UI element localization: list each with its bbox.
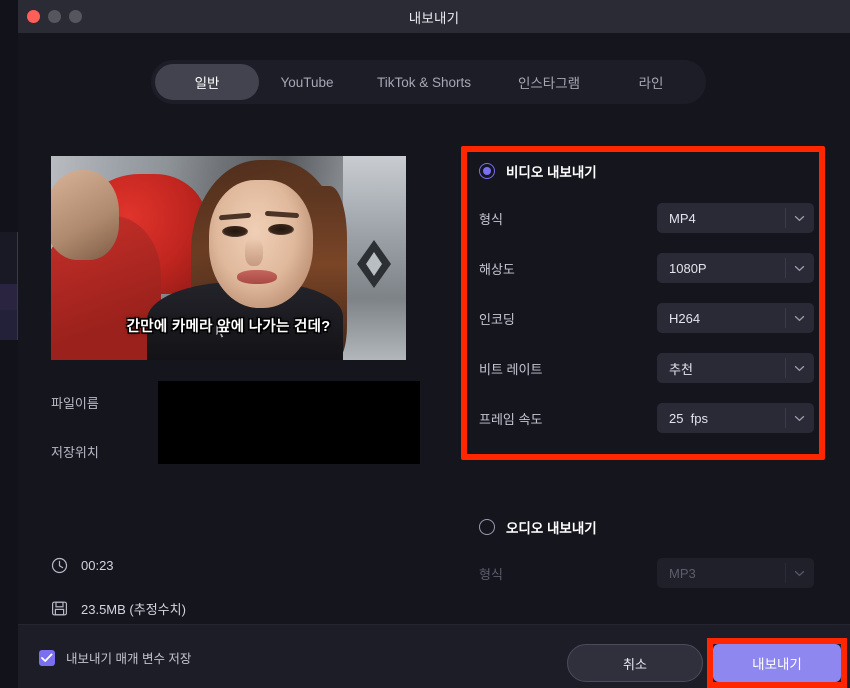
chevron-down-icon (794, 365, 805, 372)
export-button[interactable]: 내보내기 (713, 644, 841, 682)
video-format-value: MP4 (669, 210, 696, 226)
platform-tabbar: 일반 YouTube TikTok & Shorts 인스타그램 라인 (151, 60, 706, 104)
preview-frame-image: 간만에 카메라 앞에 나가는 건데? (51, 156, 406, 360)
dialog-content: 일반 YouTube TikTok & Shorts 인스타그램 라인 간만에 … (18, 33, 850, 688)
video-encoding-row: 인코딩 H264 (479, 303, 814, 333)
video-encoding-dropdown[interactable]: H264 (657, 303, 814, 333)
video-encoding-value: H264 (669, 310, 701, 326)
scene-nose (245, 238, 263, 266)
checkmark-icon (41, 653, 53, 662)
close-button-icon[interactable] (27, 10, 40, 23)
video-export-radio-row[interactable]: 비디오 내보내기 (479, 161, 597, 181)
background-app-strip (0, 232, 18, 284)
dropdown-divider (785, 408, 786, 428)
dropdown-divider (785, 258, 786, 278)
dialog-footer: 내보내기 매개 변수 저장 취소 내보내기 (18, 624, 850, 688)
background-app-strip (0, 310, 18, 340)
tab-general[interactable]: 일반 (155, 64, 259, 100)
dropdown-divider (785, 208, 786, 228)
audio-export-radio[interactable] (479, 519, 495, 535)
scene-foreground-head (51, 170, 119, 260)
audio-export-radio-row[interactable]: 오디오 내보내기 (479, 517, 597, 537)
scene-eye-right (268, 224, 294, 235)
video-format-dropdown[interactable]: MP4 (657, 203, 814, 233)
minimize-button-icon[interactable] (48, 10, 61, 23)
video-bitrate-value: 추천 (669, 361, 693, 377)
video-bitrate-row: 비트 레이트 추천 (479, 353, 814, 383)
duration-info-row: 00:23 (51, 557, 114, 574)
audio-format-dropdown: MP3 (657, 558, 814, 588)
window-titlebar: 내보내기 (18, 0, 850, 33)
audio-export-label: 오디오 내보내기 (506, 521, 597, 536)
video-format-row: 형식 MP4 (479, 203, 814, 233)
video-framerate-dropdown[interactable]: 25 fps (657, 403, 814, 433)
filename-label: 파일이름 (51, 396, 99, 411)
export-dialog-window: 내보내기 일반 YouTube TikTok & Shorts 인스타그램 라인 (18, 0, 850, 688)
audio-format-row: 형식 MP3 (479, 558, 814, 588)
tab-tiktok-shorts[interactable]: TikTok & Shorts (355, 64, 493, 100)
dropdown-divider (785, 563, 786, 583)
video-resolution-value: 1080P (669, 260, 707, 276)
video-framerate-value: 25 fps (669, 410, 709, 426)
video-encoding-label: 인코딩 (479, 311, 515, 327)
tab-instagram[interactable]: 인스타그램 (493, 64, 605, 100)
duration-value: 00:23 (81, 558, 114, 573)
maximize-button-icon[interactable] (69, 10, 82, 23)
window-title: 내보내기 (408, 10, 460, 26)
chevron-down-icon (794, 215, 805, 222)
save-params-checkbox-row[interactable]: 내보내기 매개 변수 저장 (39, 648, 191, 667)
video-preview[interactable]: 간만에 카메라 앞에 나가는 건데? (51, 156, 406, 360)
save-params-checkbox[interactable] (39, 649, 55, 666)
video-resolution-dropdown[interactable]: 1080P (657, 253, 814, 283)
chevron-down-icon (794, 570, 805, 577)
chevron-down-icon (794, 315, 805, 322)
video-bitrate-label: 비트 레이트 (479, 361, 543, 377)
video-framerate-row: 프레임 속도 25 fps (479, 403, 814, 433)
scene-eye-left (222, 226, 248, 237)
dropdown-divider (785, 308, 786, 328)
cancel-button[interactable]: 취소 (567, 644, 703, 682)
filesize-value: 23.5MB (추정수치) (81, 602, 186, 617)
video-bitrate-dropdown[interactable]: 추천 (657, 353, 814, 383)
save-disk-icon (52, 601, 68, 616)
filesize-info-row: 23.5MB (추정수치) (51, 599, 186, 618)
video-format-label: 형식 (479, 211, 503, 227)
save-params-label: 내보내기 매개 변수 저장 (66, 652, 192, 666)
window-controls (27, 10, 82, 23)
video-resolution-row: 해상도 1080P (479, 253, 814, 283)
background-app-strip (0, 284, 18, 310)
tab-youtube[interactable]: YouTube (259, 64, 355, 100)
savepath-label: 저장위치 (51, 445, 99, 460)
audio-format-label: 형식 (479, 566, 503, 582)
video-export-radio[interactable] (479, 163, 495, 179)
tab-line[interactable]: 라인 (605, 64, 697, 100)
export-dialog-screen: 내보내기 일반 YouTube TikTok & Shorts 인스타그램 라인 (0, 0, 850, 688)
redacted-file-fields-area[interactable] (158, 381, 420, 464)
audio-format-value: MP3 (669, 565, 696, 581)
scene-lips (237, 270, 277, 284)
video-export-label: 비디오 내보내기 (506, 165, 597, 180)
dropdown-divider (785, 358, 786, 378)
chevron-down-icon (794, 415, 805, 422)
preview-subtitle-text: 간만에 카메라 앞에 나가는 건데? (126, 319, 331, 335)
video-resolution-label: 해상도 (479, 261, 515, 277)
chevron-down-icon (794, 265, 805, 272)
clock-icon (51, 557, 68, 574)
video-framerate-label: 프레임 속도 (479, 411, 543, 427)
